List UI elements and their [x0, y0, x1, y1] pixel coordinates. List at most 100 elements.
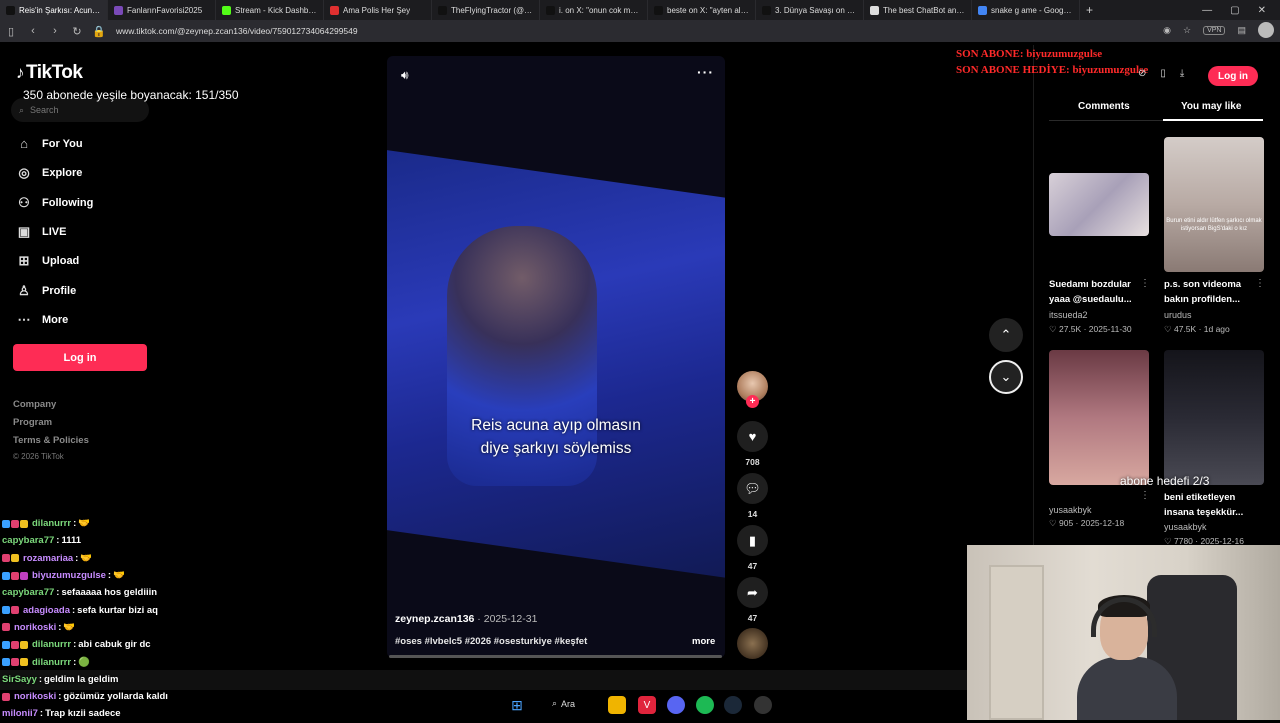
card-more-icon[interactable]: ⋮: [1140, 278, 1150, 289]
vpn-button[interactable]: VPN: [1203, 25, 1226, 35]
video-thumbnail[interactable]: [1049, 173, 1149, 236]
browser-tab[interactable]: TheFlyingTractor (@tract: [432, 0, 540, 20]
video-hashtags[interactable]: #oses #lvbelc5 #2026 #osesturkiye #keşfe…: [395, 636, 587, 647]
card-more-icon[interactable]: ⋮: [1255, 278, 1265, 289]
header-login-button[interactable]: Log in: [1208, 66, 1258, 86]
bookmark-icon[interactable]: ☆: [1183, 25, 1191, 36]
footer-company[interactable]: Company: [13, 399, 56, 410]
discord-icon[interactable]: [667, 696, 685, 714]
back-icon[interactable]: ‹: [22, 25, 44, 37]
badge-icon: [2, 519, 10, 528]
maximize-icon[interactable]: ▢: [1230, 5, 1239, 16]
chat-message: SirSayy : geldim la geldim: [2, 673, 119, 685]
save-button[interactable]: ▮: [737, 525, 768, 556]
card-title[interactable]: Suedamı bozdular yaaa @suedaulu...: [1049, 277, 1139, 307]
sidebar-item-upload[interactable]: ⊞ Upload: [16, 253, 80, 269]
chat-username: rozamariaa: [23, 552, 74, 564]
wallet-icon[interactable]: ▤: [1237, 25, 1246, 36]
badge-icon: [2, 658, 10, 667]
sidebar-toggle-icon[interactable]: ▯: [0, 25, 22, 38]
sidebar-item-explore[interactable]: ◎ Explore: [16, 165, 82, 181]
author-name[interactable]: zeynep.zcan136: [395, 613, 474, 625]
card-title[interactable]: beni etiketleyen insana teşekkür...: [1164, 490, 1254, 520]
chat-text: Trap kızii sadece: [45, 708, 121, 720]
file-explorer-icon[interactable]: [608, 696, 626, 714]
sidebar-item-live[interactable]: ▣ LIVE: [16, 224, 67, 240]
chat-badges: [2, 658, 28, 667]
video-thumbnail[interactable]: [1164, 350, 1264, 485]
previous-video-button[interactable]: ⌃: [989, 318, 1023, 352]
video-thumbnail[interactable]: Burun etini aldır lütfen şarkıcı olmak i…: [1164, 137, 1264, 272]
reload-icon[interactable]: ↻: [66, 25, 88, 38]
tiktok-logo[interactable]: ♪ TikTok: [16, 62, 83, 84]
chat-badges: [2, 571, 28, 580]
share-button[interactable]: ➦: [737, 577, 768, 608]
profile-avatar[interactable]: [1258, 22, 1274, 38]
card-title[interactable]: p.s. son videoma bakın profilden...: [1164, 277, 1254, 307]
browser-tab[interactable]: FanlarınFavorisi2025: [108, 0, 216, 20]
volume-icon[interactable]: 🔊︎: [401, 68, 409, 83]
browser-tab[interactable]: snake g ame - Google'd: [972, 0, 1080, 20]
obs-icon[interactable]: [754, 696, 772, 714]
browser-tab[interactable]: Stream - Kick Dashboard: [216, 0, 324, 20]
comment-button[interactable]: 💬︎: [737, 473, 768, 504]
vivaldi-icon[interactable]: V: [638, 696, 656, 714]
steam-icon[interactable]: [724, 696, 742, 714]
footer-program[interactable]: Program: [13, 417, 52, 428]
caption-more-link[interactable]: more: [692, 636, 715, 647]
close-icon[interactable]: ✕: [1258, 5, 1266, 16]
music-disc[interactable]: [737, 628, 768, 659]
site-info-icon[interactable]: 🔒: [88, 25, 110, 38]
footer-terms[interactable]: Terms & Policies: [13, 435, 89, 446]
chat-username: norikoski: [14, 691, 57, 703]
card-user[interactable]: urudus: [1164, 310, 1192, 320]
card-user[interactable]: yusaakbyk: [1049, 505, 1092, 515]
search-placeholder: Search: [30, 105, 59, 115]
download-icon[interactable]: ⤓: [1180, 68, 1184, 79]
sidebar-item-for-you[interactable]: ⌂ For You: [16, 136, 82, 151]
home-icon: ⌂: [20, 136, 28, 151]
video-progress-bar[interactable]: [389, 655, 722, 658]
card-user[interactable]: yusaakbyk: [1164, 522, 1207, 532]
stream-chat: dilanurrr : 🤝 capybara77 : 1111 rozamariaa…: [2, 515, 382, 723]
browser-tab[interactable]: The best ChatBot and W: [864, 0, 972, 20]
browser-tab[interactable]: i. on X: "onun cok mana: [540, 0, 648, 20]
cast-icon[interactable]: ◉: [1163, 25, 1171, 36]
taskbar-search[interactable]: ⌕ Ara: [552, 698, 575, 709]
video-thumbnail[interactable]: [1049, 350, 1149, 485]
browser-tab[interactable]: 3. Dünya Savaşı on X: ": [756, 0, 864, 20]
bookmark-icon: ▮: [748, 532, 757, 548]
forward-icon[interactable]: ›: [44, 25, 66, 37]
url-field[interactable]: www.tiktok.com/@zeynep.zcan136/video/759…: [116, 26, 358, 36]
tab-comments[interactable]: Comments: [1078, 101, 1130, 112]
follow-plus-icon[interactable]: +: [746, 395, 759, 408]
sidebar-item-profile[interactable]: ♙ Profile: [16, 283, 76, 299]
tab-label: 3. Dünya Savaşı on X: ": [775, 5, 857, 15]
like-button[interactable]: ♥: [737, 421, 768, 452]
card-more-icon[interactable]: ⋮: [1140, 490, 1150, 501]
tab-label: TheFlyingTractor (@tract: [451, 5, 533, 15]
new-tab-button[interactable]: +: [1086, 3, 1093, 17]
sidebar-item-following[interactable]: ⚇ Following: [16, 195, 93, 211]
more-options-icon[interactable]: ···: [697, 64, 714, 80]
tab-you-may-like[interactable]: You may like: [1181, 101, 1241, 112]
chat-text: sefa kurtar bizi aq: [77, 604, 158, 616]
browser-tab-strip: Reis'in Şarkısı: Acuna Sa FanlarınFavoris…: [0, 0, 1280, 20]
browser-tab[interactable]: beste on X: "ayten alpm: [648, 0, 756, 20]
phone-icon[interactable]: ▯: [1160, 68, 1166, 79]
badge-icon: [11, 554, 19, 563]
spotify-icon[interactable]: [696, 696, 714, 714]
windows-start-icon[interactable]: ⊞: [508, 696, 526, 714]
video-subtitle: Reis acuna ayıp olmasın diye şarkıyı söy…: [471, 417, 641, 457]
login-button[interactable]: Log in: [13, 344, 147, 371]
card-user[interactable]: itssueda2: [1049, 310, 1088, 320]
browser-tab[interactable]: Ama Polis Her Şey: [324, 0, 432, 20]
tiktok-note-icon: ♪: [16, 63, 25, 82]
compass-icon[interactable]: ⊘: [1138, 68, 1146, 79]
next-video-button[interactable]: ⌄: [989, 360, 1023, 394]
video-player[interactable]: Reis acuna ayıp olmasın diye şarkıyı söy…: [387, 56, 725, 658]
minimize-icon[interactable]: —: [1202, 5, 1212, 16]
browser-tab[interactable]: Reis'in Şarkısı: Acuna Sa: [0, 0, 108, 20]
sidebar-item-more[interactable]: ⋯ More: [16, 312, 69, 328]
chat-badges: [2, 692, 10, 701]
